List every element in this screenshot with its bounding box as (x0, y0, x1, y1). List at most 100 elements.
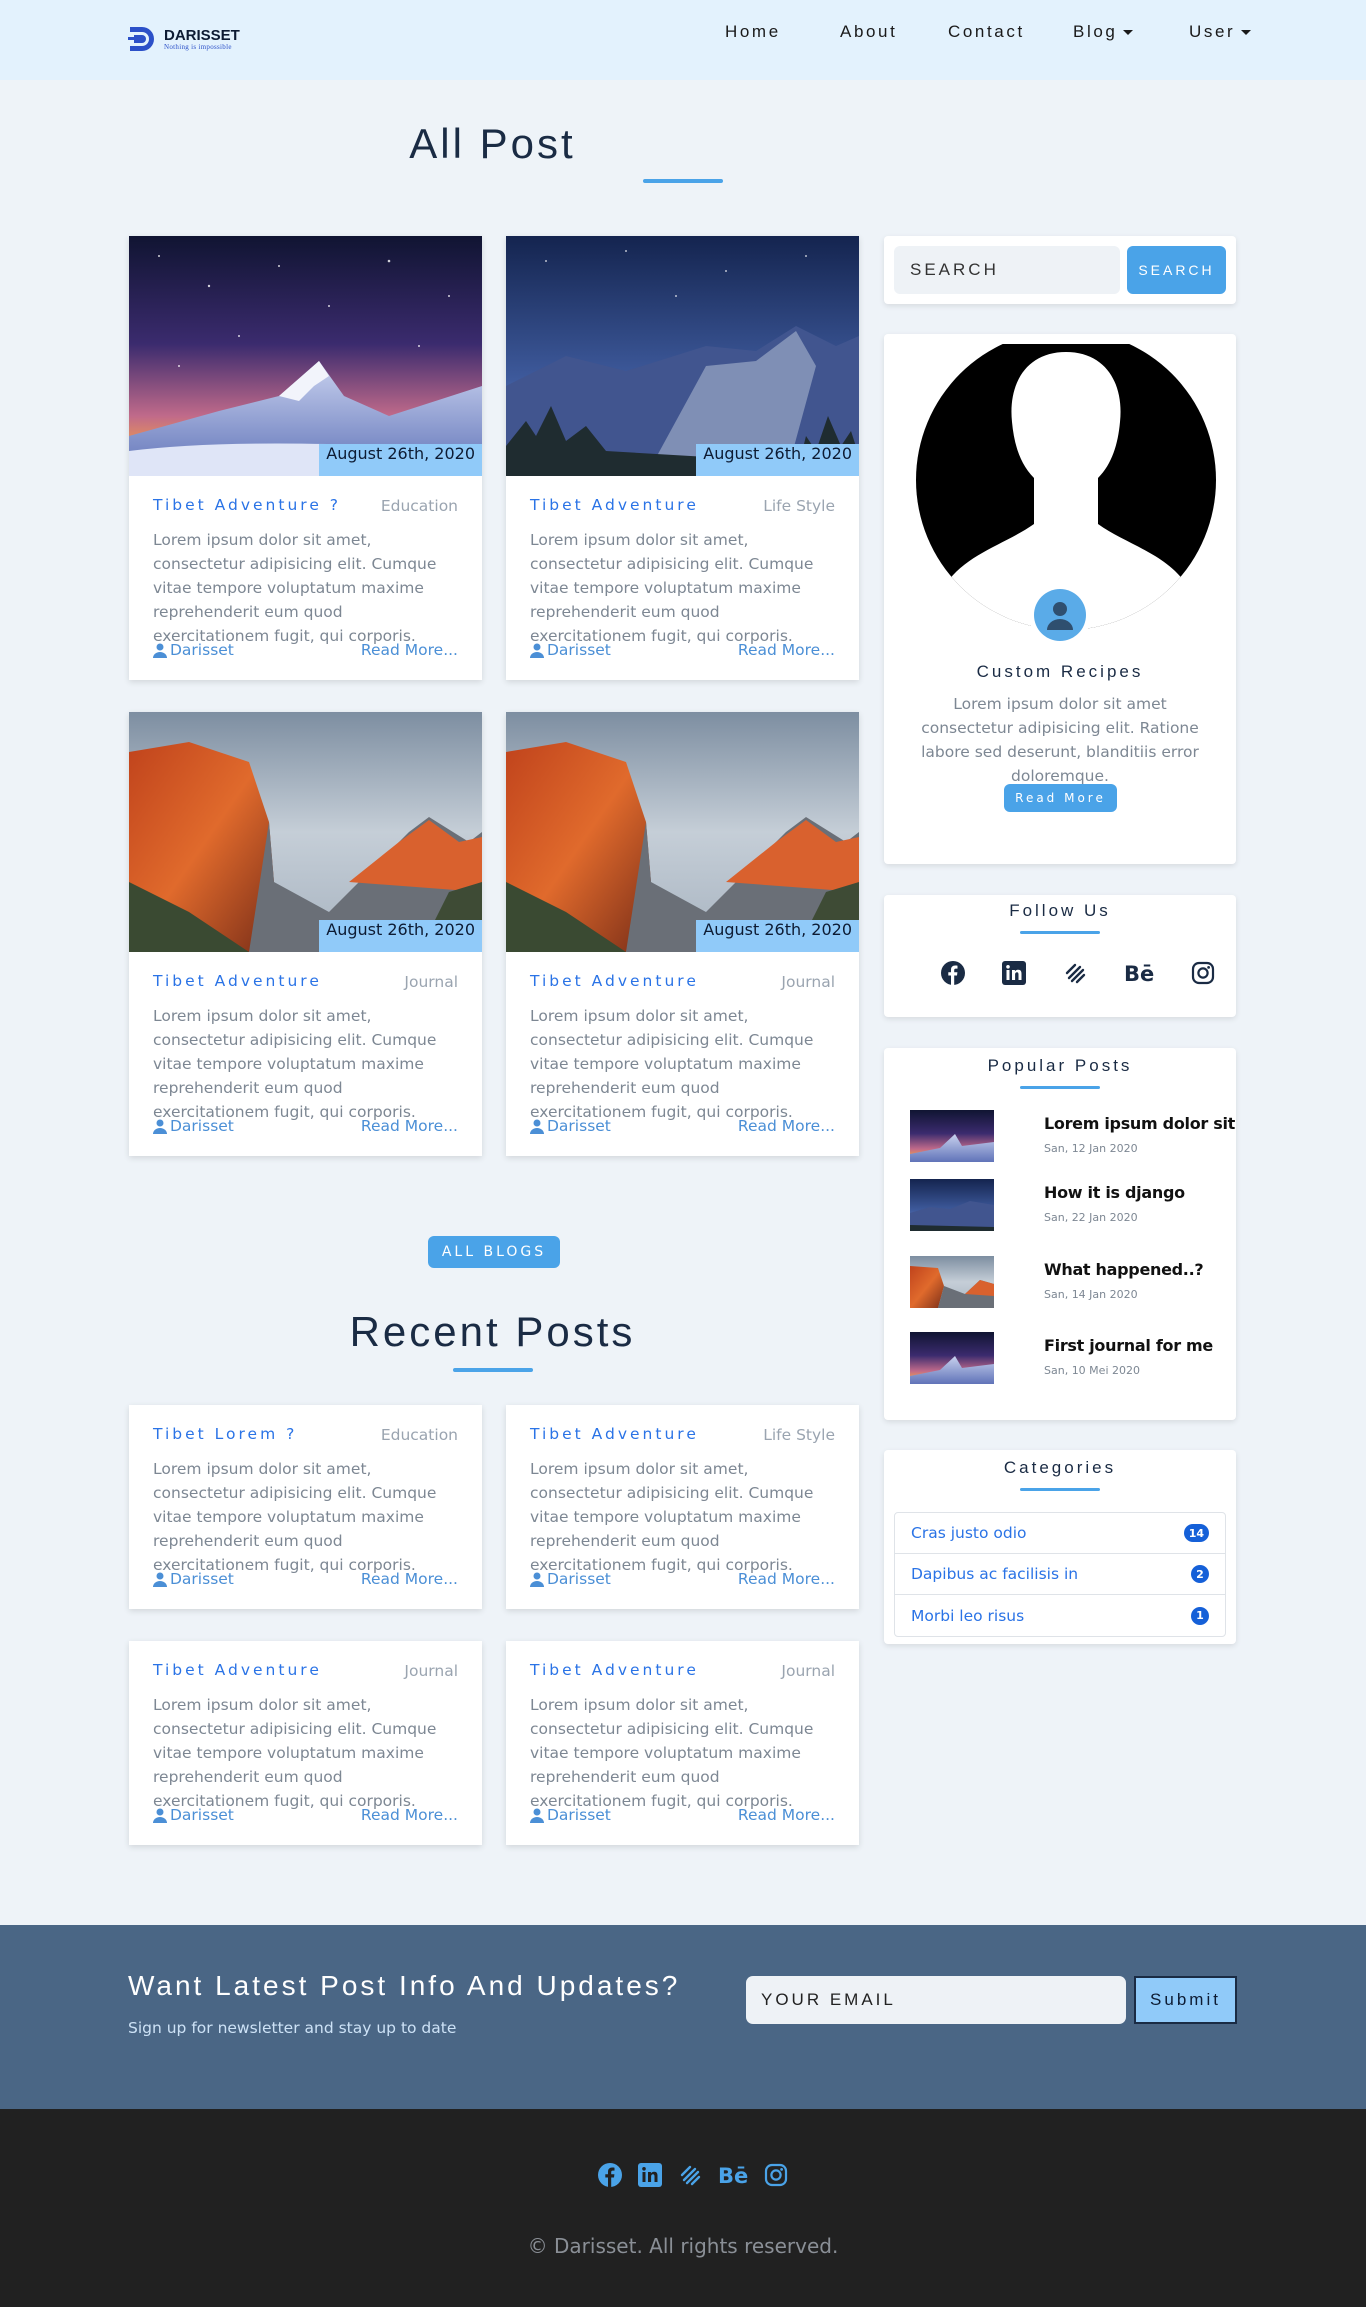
newsletter-email-input[interactable] (746, 1976, 1126, 2024)
popular-post-item[interactable]: Lorem ipsum dolor sit San, 12 Jan 2020 (910, 1110, 1235, 1166)
post-category: Journal (404, 973, 458, 991)
category-item[interactable]: Morbi leo risus 1 (895, 1595, 1225, 1636)
search-button[interactable]: SEARCH (1127, 246, 1226, 294)
read-more-link[interactable]: Read More... (738, 641, 835, 659)
category-count-badge: 1 (1191, 1606, 1209, 1625)
facebook-icon[interactable] (941, 961, 965, 985)
behance-icon[interactable]: Bē (718, 2163, 748, 2187)
post-title-link[interactable]: Tibet Adventure (153, 1661, 322, 1679)
mountain-night-thumbnail (910, 1110, 994, 1162)
brand-logo[interactable]: DARISSET Nothing is impossible (128, 24, 240, 54)
post-title-link[interactable]: Tibet Lorem ? (153, 1425, 297, 1443)
svg-text:Bē: Bē (718, 2164, 748, 2187)
popular-post-item[interactable]: What happened..? San, 14 Jan 2020 (910, 1256, 1210, 1312)
post-category: Journal (781, 973, 835, 991)
linkedin-icon[interactable] (638, 2163, 662, 2187)
nav-about[interactable]: About (840, 20, 897, 44)
post-image[interactable]: August 26th, 2020 (129, 236, 482, 476)
post-excerpt: Lorem ipsum dolor sit amet, consectetur … (153, 1460, 437, 1574)
read-more-link[interactable]: Read More... (361, 1570, 458, 1588)
caret-down-icon (1123, 29, 1134, 35)
post-author-link[interactable]: Darisset (153, 1806, 234, 1824)
category-item[interactable]: Dapibus ac facilisis in 2 (895, 1554, 1225, 1595)
categories-widget: Categories Cras justo odio 14 Dapibus ac … (884, 1450, 1236, 1644)
nav-blog-label: Blog (1073, 22, 1118, 41)
user-icon (530, 643, 544, 658)
popular-post-thumbnail (910, 1332, 994, 1384)
post-category: Journal (781, 1662, 835, 1680)
post-author-link[interactable]: Darisset (530, 1117, 611, 1135)
profile-read-more-button[interactable]: Read More (1004, 784, 1117, 812)
search-input[interactable] (894, 246, 1120, 294)
mountain-night-image (129, 236, 482, 476)
nav-contact-label: Contact (948, 22, 1025, 41)
post-author: Darisset (547, 1117, 611, 1135)
nav-blog-dropdown[interactable]: Blog (1073, 20, 1134, 44)
post-author-link[interactable]: Darisset (153, 1570, 234, 1588)
post-author-link[interactable]: Darisset (530, 1570, 611, 1588)
social-links: Bē (941, 961, 1215, 985)
post-excerpt: Lorem ipsum dolor sit amet, consectetur … (153, 531, 437, 645)
post-title-link[interactable]: Tibet Adventure ? (153, 496, 341, 514)
popular-posts-underline (1020, 1086, 1100, 1089)
categories-title: Categories (1003, 1458, 1117, 1477)
user-icon (530, 1808, 544, 1823)
post-image[interactable]: August 26th, 2020 (129, 712, 482, 952)
nav-contact[interactable]: Contact (948, 20, 1025, 44)
read-more-link[interactable]: Read More... (361, 1117, 458, 1135)
post-excerpt: Lorem ipsum dolor sit amet, consectetur … (530, 1007, 814, 1121)
post-title-link[interactable]: Tibet Adventure (153, 972, 322, 990)
brand-tagline: Nothing is impossible (164, 42, 232, 51)
popular-post-item[interactable]: How it is django San, 22 Jan 2020 (910, 1179, 1210, 1235)
instagram-icon[interactable] (1191, 961, 1215, 985)
category-item[interactable]: Cras justo odio 14 (895, 1513, 1225, 1554)
popular-post-thumbnail (910, 1256, 994, 1308)
post-title-link[interactable]: Tibet Adventure (530, 1661, 699, 1679)
post-author-link[interactable]: Darisset (153, 1117, 234, 1135)
recent-posts-underline (453, 1368, 533, 1372)
stackshare-icon[interactable] (678, 2163, 702, 2187)
post-card: August 26th, 2020 Tibet Adventure Journa… (129, 712, 482, 1156)
category-list: Cras justo odio 14 Dapibus ac facilisis i… (894, 1512, 1226, 1637)
post-image[interactable]: August 26th, 2020 (506, 236, 859, 476)
newsletter-submit-button[interactable]: Submit (1134, 1976, 1237, 2024)
post-author: Darisset (547, 1570, 611, 1588)
post-card: August 26th, 2020 Tibet Adventure Life S… (506, 236, 859, 680)
read-more-link[interactable]: Read More... (361, 1806, 458, 1824)
stackshare-icon[interactable] (1063, 961, 1087, 985)
popular-post-date: San, 12 Jan 2020 (1044, 1142, 1138, 1155)
popular-post-title: Lorem ipsum dolor sit (1044, 1114, 1236, 1133)
read-more-link[interactable]: Read More... (361, 641, 458, 659)
post-author: Darisset (170, 1806, 234, 1824)
all-blogs-button[interactable]: ALL BLOGS (428, 1236, 560, 1268)
categories-underline (1020, 1488, 1100, 1491)
nav-user-dropdown[interactable]: User (1189, 20, 1252, 44)
instagram-icon[interactable] (764, 2163, 788, 2187)
popular-post-item[interactable]: First journal for me San, 10 Mei 2020 (910, 1332, 1213, 1388)
follow-underline (1020, 931, 1100, 934)
facebook-icon[interactable] (598, 2163, 622, 2187)
post-title-link[interactable]: Tibet Adventure (530, 496, 699, 514)
read-more-link[interactable]: Read More... (738, 1806, 835, 1824)
nav-home[interactable]: Home (725, 20, 781, 44)
category-count-badge: 2 (1191, 1565, 1209, 1583)
post-title-link[interactable]: Tibet Adventure (530, 972, 699, 990)
linkedin-icon[interactable] (1002, 961, 1026, 985)
read-more-link[interactable]: Read More... (738, 1117, 835, 1135)
caret-down-icon (1241, 29, 1252, 35)
post-title-link[interactable]: Tibet Adventure (530, 1425, 699, 1443)
post-author-link[interactable]: Darisset (530, 641, 611, 659)
logo-text: DARISSET Nothing is impossible (164, 28, 240, 51)
post-author-link[interactable]: Darisset (530, 1806, 611, 1824)
post-image[interactable]: August 26th, 2020 (506, 712, 859, 952)
post-category: Education (380, 497, 458, 515)
user-icon (153, 1572, 167, 1587)
logo-mark-icon (128, 27, 154, 51)
behance-icon[interactable]: Bē (1124, 961, 1154, 985)
post-excerpt: Lorem ipsum dolor sit amet, consectetur … (153, 1696, 437, 1810)
popular-posts-widget: Popular Posts Lorem ipsum dolor sit San,… (884, 1048, 1236, 1420)
user-icon (1047, 602, 1073, 630)
read-more-link[interactable]: Read More... (738, 1570, 835, 1588)
post-author-link[interactable]: Darisset (153, 641, 234, 659)
post-category: Life Style (763, 1426, 835, 1444)
